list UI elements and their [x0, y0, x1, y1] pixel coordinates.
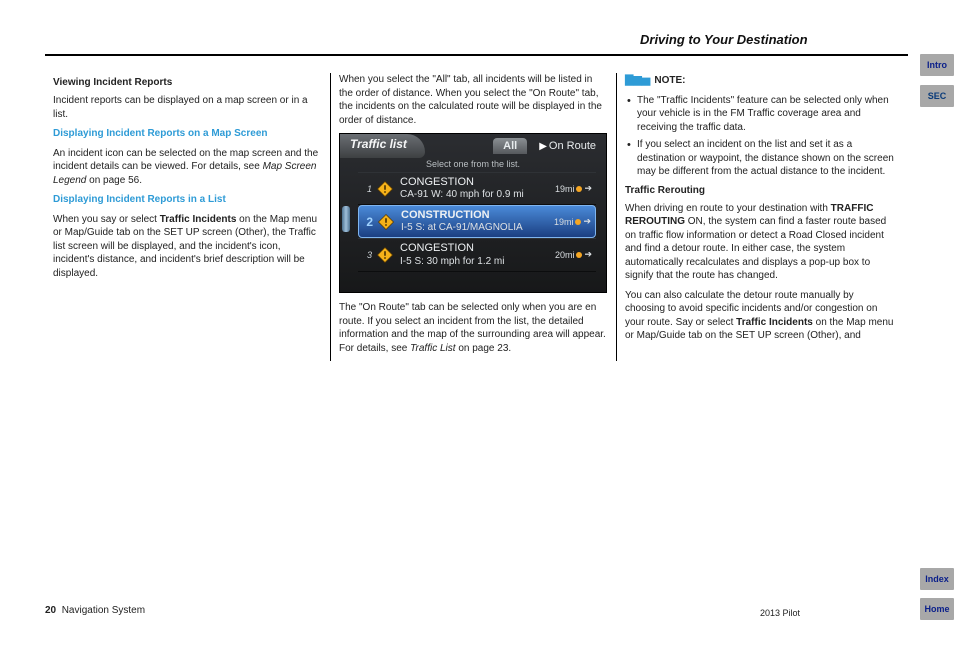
- header-divider: [45, 54, 908, 56]
- traffic-list-area: 1CONGESTIONCA-91 W: 40 mph for 0.9 mi19m…: [358, 172, 596, 272]
- scroll-handle[interactable]: [342, 206, 350, 232]
- column-1: Viewing Incident Reports Incident report…: [45, 73, 331, 361]
- page-footer: 20 Navigation System: [45, 605, 145, 616]
- tab-on-route-label: On Route: [549, 140, 596, 152]
- traffic-item-text: CONGESTIONCA-91 W: 40 mph for 0.9 mi: [400, 176, 555, 201]
- traffic-warning-icon: [376, 246, 394, 264]
- direction-arrow-icon: ➔: [583, 216, 591, 227]
- direction-dot-icon: [576, 252, 582, 258]
- col3-p2: You can also calculate the detour route …: [625, 289, 895, 343]
- col2-p1: When you select the "All" tab, all incid…: [339, 73, 608, 127]
- direction-dot-icon: [575, 219, 581, 225]
- traffic-item-index: 2: [363, 215, 373, 229]
- traffic-item-type: CONGESTION: [400, 176, 555, 189]
- traffic-item-desc: I-5 S: at CA-91/MAGNOLIA: [401, 222, 554, 234]
- page-number: 20: [45, 605, 56, 616]
- toc-icon: ▇▆▅: [625, 74, 650, 86]
- traffic-warning-icon: [376, 180, 394, 198]
- play-icon: ▶: [539, 141, 547, 152]
- col3-p2-b: Traffic Incidents: [736, 317, 813, 328]
- col2-p2-b: on page 23.: [456, 343, 512, 354]
- traffic-item-distance: 20mi ➔: [555, 249, 592, 260]
- col2-p2: The "On Route" tab can be selected only …: [339, 301, 608, 355]
- note-label: ▇▆▅ NOTE:: [625, 73, 895, 88]
- direction-arrow-icon: ➔: [584, 249, 592, 260]
- intro-button[interactable]: Intro: [920, 54, 954, 76]
- col3-p1-a: When driving en route to your destinatio…: [625, 203, 831, 214]
- col1-p3-b: Traffic Incidents: [160, 214, 237, 225]
- note-bullet-2: If you select an incident on the list an…: [625, 138, 895, 179]
- sec-button[interactable]: SEC: [920, 85, 954, 107]
- col1-p3: When you say or select Traffic Incidents…: [53, 213, 322, 281]
- nav-subtext: Select one from the list.: [340, 158, 606, 169]
- column-2: When you select the "All" tab, all incid…: [331, 73, 617, 361]
- direction-dot-icon: [576, 186, 582, 192]
- note-text: NOTE:: [654, 75, 685, 86]
- col3-p1-c: ON: [688, 216, 703, 227]
- page-header-title: Driving to Your Destination: [640, 32, 808, 47]
- traffic-item-desc: I-5 S: 30 mph for 1.2 mi: [400, 256, 555, 268]
- traffic-item-index: 1: [362, 184, 372, 194]
- col1-p2: An incident icon can be selected on the …: [53, 147, 322, 188]
- col2-p2-link[interactable]: Traffic List: [410, 343, 455, 354]
- content-columns: Viewing Incident Reports Incident report…: [45, 73, 908, 361]
- col1-subhead-map: Displaying Incident Reports on a Map Scr…: [53, 127, 322, 141]
- col1-p3-a: When you say or select: [53, 214, 160, 225]
- traffic-list-screenshot: Traffic list All ▶On Route Select one fr…: [339, 133, 607, 293]
- traffic-list-item[interactable]: 2 CONSTRUCTIONI-5 S: at CA-91/MAGNOLIA19m…: [358, 205, 596, 238]
- nav-tabs: All ▶On Route: [491, 134, 606, 158]
- traffic-item-index: 3: [362, 250, 372, 260]
- nav-title: Traffic list: [340, 134, 425, 158]
- footer-right: 2013 Pilot: [760, 608, 800, 618]
- footer-left: Navigation System: [62, 605, 145, 616]
- col1-p1: Incident reports can be displayed on a m…: [53, 94, 322, 121]
- col1-title: Viewing Incident Reports: [53, 77, 322, 88]
- col1-p2-b: on page 56.: [86, 175, 142, 186]
- traffic-item-desc: CA-91 W: 40 mph for 0.9 mi: [400, 189, 555, 201]
- traffic-warning-icon: [377, 213, 395, 231]
- note-bullets: The "Traffic Incidents" feature can be s…: [625, 94, 895, 179]
- traffic-item-type: CONSTRUCTION: [401, 209, 554, 222]
- traffic-list-item[interactable]: 1 CONGESTIONCA-91 W: 40 mph for 0.9 mi19m…: [358, 172, 596, 205]
- tab-on-route[interactable]: ▶On Route: [529, 138, 606, 154]
- col1-subhead-list: Displaying Incident Reports in a List: [53, 193, 322, 207]
- note-bullet-1: The "Traffic Incidents" feature can be s…: [625, 94, 895, 135]
- col3-title: Traffic Rerouting: [625, 185, 895, 196]
- nav-header: Traffic list All ▶On Route: [340, 134, 606, 158]
- tab-all[interactable]: All: [493, 138, 527, 154]
- traffic-item-text: CONSTRUCTIONI-5 S: at CA-91/MAGNOLIA: [401, 209, 554, 234]
- direction-arrow-icon: ➔: [584, 183, 592, 194]
- traffic-item-distance: 19mi ➔: [555, 183, 592, 194]
- traffic-item-text: CONGESTIONI-5 S: 30 mph for 1.2 mi: [400, 242, 555, 267]
- traffic-list-item[interactable]: 3 CONGESTIONI-5 S: 30 mph for 1.2 mi20mi …: [358, 238, 596, 271]
- home-button[interactable]: Home: [920, 598, 954, 620]
- traffic-item-type: CONGESTION: [400, 242, 555, 255]
- traffic-item-distance: 19mi ➔: [554, 216, 591, 227]
- column-3: ▇▆▅ NOTE: The "Traffic Incidents" feature…: [617, 73, 903, 361]
- index-button[interactable]: Index: [920, 568, 954, 590]
- col3-p1: When driving en route to your destinatio…: [625, 202, 895, 283]
